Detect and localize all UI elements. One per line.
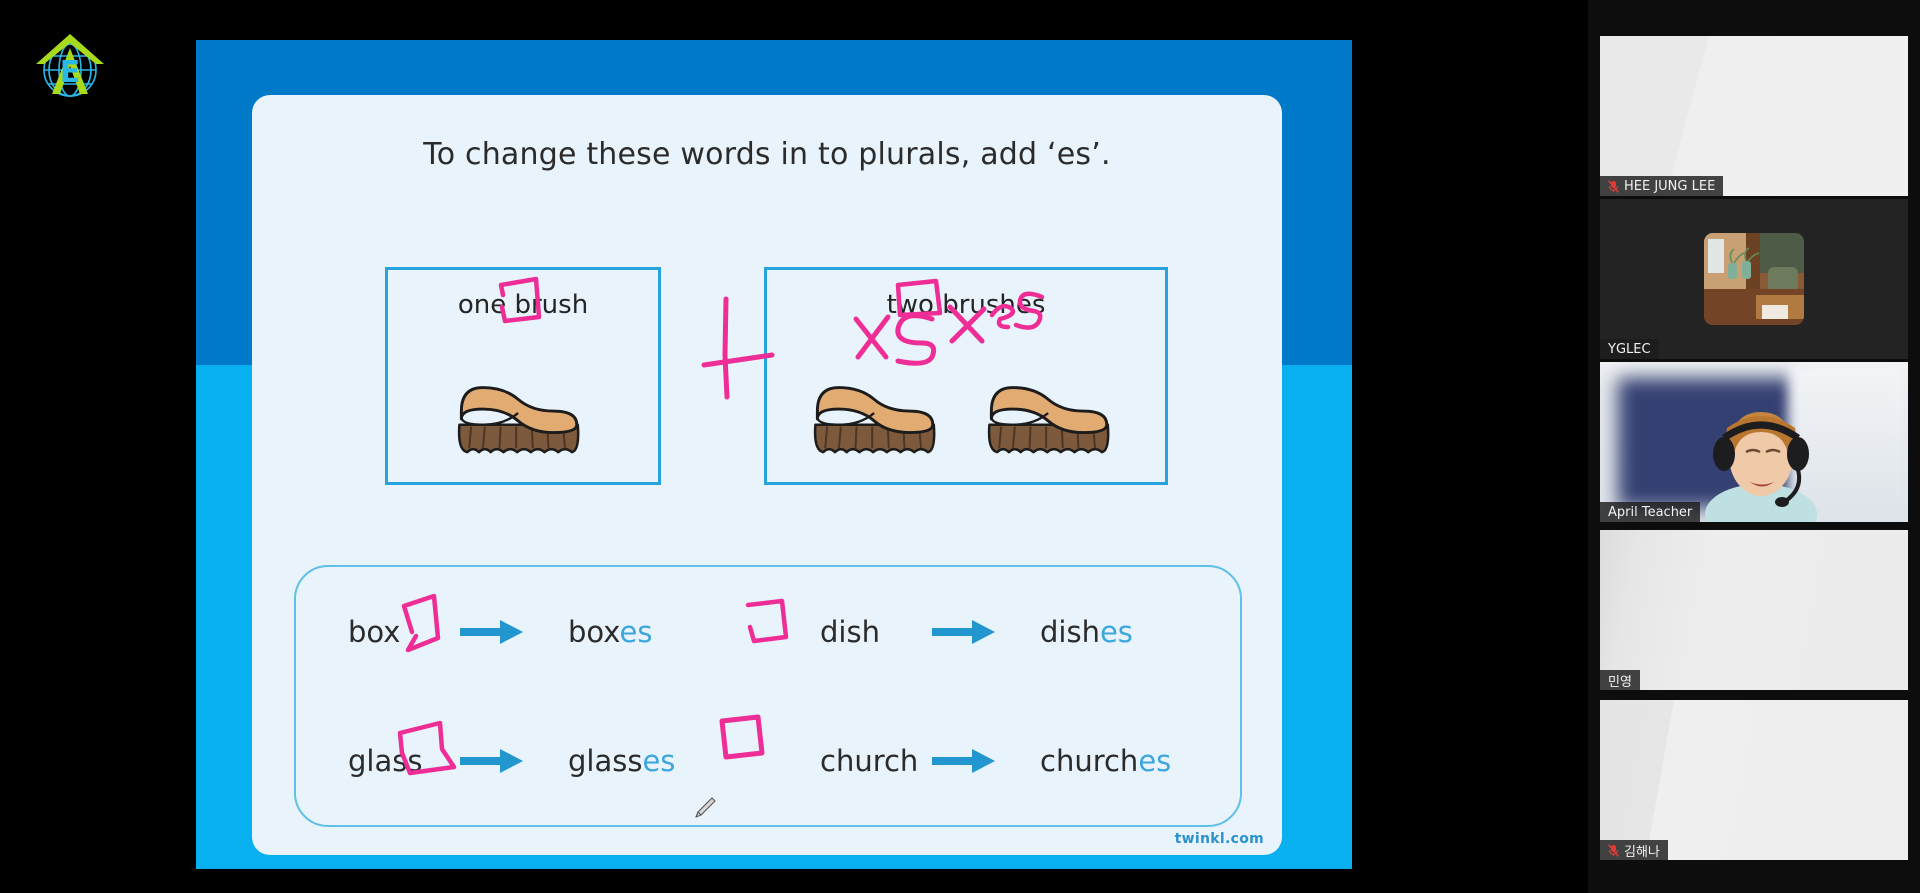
- video-feed: [1600, 36, 1908, 196]
- globe-arrow-logo: E: [30, 26, 110, 106]
- word-plural-suffix: es: [642, 743, 676, 778]
- word-grid: box boxes dish dishes glass glasses chur…: [296, 567, 1240, 825]
- participant-namebar: 김해나: [1600, 840, 1668, 860]
- word-plural-suffix: es: [619, 614, 653, 649]
- participant-name: April Teacher: [1608, 504, 1693, 520]
- word-pair-glass: glass glasses: [296, 744, 768, 778]
- word-pair-dish: dish dishes: [768, 615, 1240, 649]
- comparison-box-plural: two brushes: [764, 267, 1168, 485]
- arrow-right-icon: [932, 619, 1010, 645]
- slide-title: To change these words in to plurals, add…: [423, 137, 1111, 172]
- arrow-right-icon: [932, 748, 1010, 774]
- word-plural: churches: [1010, 744, 1171, 778]
- svg-text:E: E: [60, 55, 81, 90]
- word-pair-box: box boxes: [296, 615, 768, 649]
- participant-namebar: HEE JUNG LEE: [1600, 176, 1724, 196]
- word-plural: dishes: [1010, 615, 1133, 649]
- participant-namebar: 민영: [1600, 670, 1640, 690]
- participant-tile[interactable]: YGLEC: [1600, 199, 1908, 359]
- word-singular: box: [348, 614, 401, 649]
- word-singular: dish: [820, 614, 880, 649]
- participant-rail: HEE JUNG LEE YGLEC April Teacher 민영 김해나: [1588, 0, 1920, 893]
- arrow-right-icon: [460, 748, 538, 774]
- video-feed: [1600, 530, 1908, 690]
- avatar: [1704, 233, 1804, 325]
- comparison-label-plural: two brushes: [886, 290, 1046, 320]
- comparison-box-singular: one brush: [385, 267, 661, 485]
- brush-illustration: [805, 368, 953, 458]
- mic-muted-icon: [1608, 179, 1619, 193]
- word-plural-stem: box: [568, 614, 620, 649]
- participant-tile[interactable]: April Teacher: [1600, 362, 1908, 522]
- participant-namebar: YGLEC: [1600, 339, 1659, 359]
- slide-stage: To change these words in to plurals, add…: [196, 40, 1352, 869]
- brush-illustration: [979, 368, 1127, 458]
- participant-name: 민영: [1608, 674, 1632, 690]
- participant-tile[interactable]: 김해나: [1600, 700, 1908, 860]
- word-pair-church: church churches: [768, 744, 1240, 778]
- brush-group-singular: [388, 368, 658, 458]
- video-feed: [1600, 700, 1908, 860]
- word-singular: church: [820, 743, 919, 778]
- participant-namebar: April Teacher: [1600, 502, 1701, 522]
- comparison-label-singular: one brush: [457, 290, 589, 320]
- brush-group-plural: [767, 368, 1165, 458]
- participant-name: YGLEC: [1608, 341, 1651, 357]
- slide-card: To change these words in to plurals, add…: [252, 95, 1282, 855]
- word-plural-suffix: es: [1099, 614, 1133, 649]
- word-plural-stem: glass: [568, 743, 643, 778]
- teacher-figure: [1705, 412, 1817, 522]
- twinkl-watermark: twinkl.com: [1174, 831, 1264, 847]
- brush-illustration: [449, 368, 597, 458]
- word-plural-stem: church: [1040, 743, 1139, 778]
- word-plural: glasses: [538, 744, 675, 778]
- participant-tile[interactable]: 민영: [1600, 530, 1908, 690]
- mic-muted-icon: [1608, 843, 1619, 857]
- word-plural-stem: dish: [1040, 614, 1100, 649]
- word-plural-suffix: es: [1138, 743, 1172, 778]
- word-plural: boxes: [538, 615, 652, 649]
- word-list-card: box boxes dish dishes glass glasses chur…: [294, 565, 1242, 827]
- participant-tile[interactable]: HEE JUNG LEE: [1600, 36, 1908, 196]
- pen-cursor-icon: [692, 795, 718, 821]
- participant-name: 김해나: [1624, 844, 1660, 860]
- participant-name: HEE JUNG LEE: [1624, 178, 1716, 194]
- arrow-right-icon: [460, 619, 538, 645]
- word-singular: glass: [348, 743, 423, 778]
- screen: E To change these words in to plurals, a…: [0, 0, 1920, 893]
